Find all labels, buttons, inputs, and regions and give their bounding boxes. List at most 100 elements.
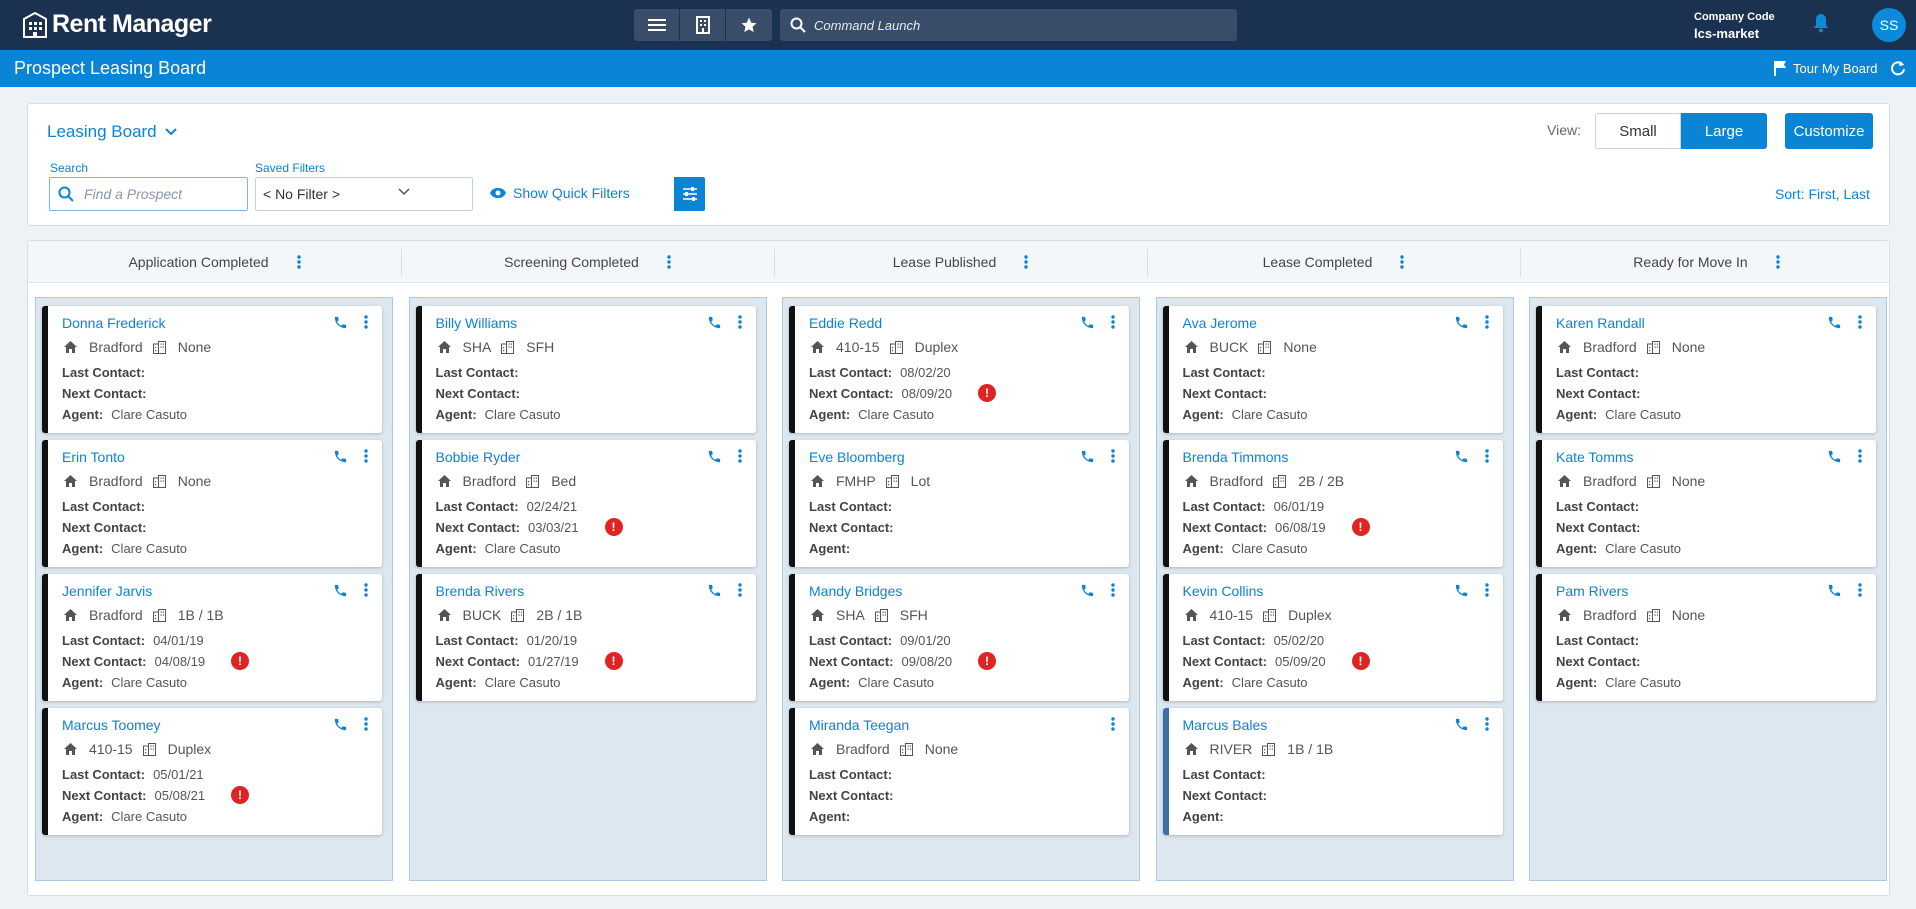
card-more-button[interactable]: [1111, 315, 1115, 329]
call-button[interactable]: [333, 583, 348, 598]
call-button[interactable]: [1454, 583, 1469, 598]
prospect-card[interactable]: Eve Bloomberg FMHP Lot Last Contact: Next Co…: [789, 440, 1129, 567]
prospect-name-link[interactable]: Brenda Timmons: [1183, 449, 1289, 465]
card-more-button[interactable]: [1111, 583, 1115, 597]
prospect-name-link[interactable]: Erin Tonto: [62, 449, 125, 465]
call-button[interactable]: [707, 449, 722, 464]
prospect-card[interactable]: Mandy Bridges SHA SFH Last Contact: 09/01/20…: [789, 574, 1129, 701]
card-more-button[interactable]: [1484, 717, 1489, 731]
prospect-search-input[interactable]: Find a Prospect: [49, 177, 248, 211]
prospect-card[interactable]: Marcus Bales RIVER 1B / 1B Last Contact: Nex…: [1162, 708, 1503, 835]
prospect-card[interactable]: Miranda Teegan Bradford None Last Contact: N…: [789, 708, 1129, 835]
card-more-button[interactable]: [1484, 315, 1489, 329]
column-more-button[interactable]: [1762, 255, 1780, 269]
prospect-name-link[interactable]: Brenda Rivers: [436, 583, 525, 599]
card-more-button[interactable]: [737, 449, 742, 463]
card-more-button[interactable]: [1111, 449, 1115, 463]
prospect-card[interactable]: Erin Tonto Bradford None Last Contact: Next …: [42, 440, 382, 567]
card-more-button[interactable]: [1484, 583, 1489, 597]
prospect-card[interactable]: Brenda Timmons Bradford 2B / 2B Last Contac…: [1162, 440, 1503, 567]
tour-my-board-button[interactable]: Tour My Board: [1773, 60, 1878, 76]
card-more-button[interactable]: [364, 583, 368, 597]
refresh-button[interactable]: [1890, 60, 1906, 79]
prospect-name-link[interactable]: Miranda Teegan: [809, 717, 909, 733]
call-button[interactable]: [333, 315, 348, 330]
column-more-button[interactable]: [1010, 255, 1028, 269]
next-contact-label: Next Contact:: [435, 520, 521, 535]
prospect-name-link[interactable]: Marcus Toomey: [62, 717, 161, 733]
prospect-card[interactable]: Donna Frederick Bradford None Last Contact:…: [42, 306, 382, 433]
call-button[interactable]: [1080, 449, 1095, 464]
prospect-name-link[interactable]: Bobbie Ryder: [436, 449, 521, 465]
prospect-card[interactable]: Kevin Collins 410-15 Duplex Last Contact: 05…: [1162, 574, 1503, 701]
call-button[interactable]: [1080, 583, 1095, 598]
call-button[interactable]: [1827, 315, 1842, 330]
prospect-name-link[interactable]: Jennifer Jarvis: [62, 583, 152, 599]
agent-row: Agent:: [1183, 809, 1232, 824]
sort-link[interactable]: Sort: First, Last: [1775, 186, 1870, 202]
card-more-button[interactable]: [364, 449, 368, 463]
prospect-card[interactable]: Kate Tomms Bradford None Last Contact: Next …: [1536, 440, 1876, 567]
prospect-name-link[interactable]: Kevin Collins: [1183, 583, 1264, 599]
prospect-name-link[interactable]: Karen Randall: [1556, 315, 1645, 331]
card-more-button[interactable]: [737, 583, 742, 597]
card-more-button[interactable]: [1484, 449, 1489, 463]
saved-filters-select[interactable]: < No Filter >: [255, 177, 705, 211]
filter-settings-button[interactable]: [674, 177, 705, 211]
prospect-name-link[interactable]: Ava Jerome: [1183, 315, 1257, 331]
app-logo[interactable]: Rent Manager: [22, 10, 212, 39]
call-button[interactable]: [1827, 583, 1842, 598]
prospect-card[interactable]: Jennifer Jarvis Bradford 1B / 1B Last Conta…: [42, 574, 382, 701]
show-quick-filters-link[interactable]: Show Quick Filters: [489, 185, 630, 201]
menu-button[interactable]: [634, 9, 680, 41]
prospect-property-unit: Bradford 2B / 2B: [1184, 473, 1344, 489]
prospect-name-link[interactable]: Eve Bloomberg: [809, 449, 905, 465]
view-large-button[interactable]: Large: [1681, 113, 1767, 149]
card-more-button[interactable]: [364, 717, 368, 731]
column-more-button[interactable]: [283, 255, 301, 269]
prospect-name-link[interactable]: Marcus Bales: [1183, 717, 1268, 733]
call-button[interactable]: [1827, 449, 1842, 464]
prospect-card[interactable]: Karen Randall Bradford None Last Contact: Ne…: [1536, 306, 1876, 433]
prospect-card[interactable]: Ava Jerome BUCK None Last Contact: Next Cont…: [1162, 306, 1503, 433]
card-more-button[interactable]: [364, 315, 368, 329]
card-more-button[interactable]: [737, 315, 742, 329]
card-more-button[interactable]: [1858, 583, 1862, 597]
prospect-card[interactable]: Billy Williams SHA SFH Last Contact: Next Co…: [415, 306, 756, 433]
view-small-button[interactable]: Small: [1595, 113, 1681, 149]
card-more-button[interactable]: [1858, 449, 1862, 463]
call-button[interactable]: [333, 717, 348, 732]
card-more-button[interactable]: [1111, 717, 1115, 731]
call-button[interactable]: [1454, 315, 1469, 330]
board-selector[interactable]: Leasing Board: [47, 122, 177, 142]
prospect-card[interactable]: Pam Rivers Bradford None Last Contact: Next …: [1536, 574, 1876, 701]
call-button[interactable]: [707, 583, 722, 598]
reports-button[interactable]: [680, 9, 726, 41]
prospect-name-link[interactable]: Mandy Bridges: [809, 583, 902, 599]
prospect-name-link[interactable]: Kate Tomms: [1556, 449, 1634, 465]
call-button[interactable]: [1454, 449, 1469, 464]
call-button[interactable]: [707, 315, 722, 330]
call-button[interactable]: [1454, 717, 1469, 732]
prospect-card[interactable]: Eddie Redd 410-15 Duplex Last Contact: 08/02…: [789, 306, 1129, 433]
prospect-name-link[interactable]: Eddie Redd: [809, 315, 882, 331]
card-more-button[interactable]: [1858, 315, 1862, 329]
customize-button[interactable]: Customize: [1785, 113, 1873, 149]
prospect-name-link[interactable]: Donna Frederick: [62, 315, 166, 331]
column-more-button[interactable]: [1386, 255, 1405, 269]
prospect-card[interactable]: Bobbie Ryder Bradford Bed Last Contact: 02/2…: [415, 440, 756, 567]
favorites-button[interactable]: [726, 9, 772, 41]
agent-row: Agent: Clare Casuto: [62, 675, 187, 690]
prospect-name-link[interactable]: Billy Williams: [436, 315, 518, 331]
command-launch-input[interactable]: Command Launch: [780, 9, 1237, 41]
call-button[interactable]: [333, 449, 348, 464]
unit-type: Bed: [551, 473, 577, 489]
prospect-name-link[interactable]: Pam Rivers: [1556, 583, 1628, 599]
prospect-card[interactable]: Brenda Rivers BUCK 2B / 1B Last Contact: 01/…: [415, 574, 756, 701]
prospect-card[interactable]: Marcus Toomey 410-15 Duplex Last Contact: 05…: [42, 708, 382, 835]
company-code[interactable]: Company Code lcs-market: [1694, 11, 1775, 41]
notifications-button[interactable]: [1812, 13, 1830, 36]
column-more-button[interactable]: [653, 255, 671, 269]
user-avatar[interactable]: SS: [1872, 8, 1906, 42]
call-button[interactable]: [1080, 315, 1095, 330]
